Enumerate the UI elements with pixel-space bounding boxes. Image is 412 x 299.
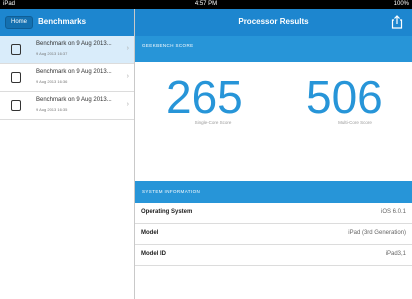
share-icon[interactable]	[391, 15, 403, 29]
multi-core-score: 506	[306, 71, 383, 123]
info-key: Model ID	[141, 251, 166, 257]
sidebar: Home Benchmarks Benchmark on 9 Aug 2013.…	[0, 9, 135, 299]
single-core-label: Single-Core Score	[194, 120, 232, 125]
geekbench-score-label: GEEKBENCH SCORE	[142, 43, 194, 48]
benchmark-date: 9 Aug 2013 16:35	[36, 107, 68, 112]
benchmark-item[interactable]: Benchmark on 9 Aug 2013... 9 Aug 2013 16…	[0, 92, 134, 120]
status-bar: iPad 4:57 PM 100%	[0, 0, 412, 9]
info-key: Operating System	[141, 209, 193, 215]
info-key: Model	[141, 230, 159, 236]
benchmark-date: 9 Aug 2013 16:36	[36, 79, 68, 84]
benchmark-title: Benchmark on 9 Aug 2013...	[36, 41, 112, 47]
info-value: iPad3,1	[385, 251, 406, 257]
multi-core-label: Multi-Core Score	[338, 120, 372, 125]
system-info-label: SYSTEM INFORMATION	[142, 189, 201, 194]
chevron-right-icon: ›	[126, 101, 129, 108]
benchmark-icon	[11, 100, 21, 111]
benchmark-title: Benchmark on 9 Aug 2013...	[36, 97, 112, 103]
status-time: 4:57 PM	[194, 1, 218, 7]
chevron-right-icon: ›	[126, 45, 129, 52]
info-value: iPad (3rd Generation)	[348, 230, 406, 236]
info-row: Model iPad (3rd Generation)	[135, 224, 412, 245]
battery-level: 100%	[393, 1, 409, 7]
single-core-score: 265	[166, 71, 243, 123]
system-info-header: SYSTEM INFORMATION	[135, 181, 412, 203]
sidebar-title: Benchmarks	[38, 17, 87, 26]
benchmark-icon	[11, 72, 21, 83]
benchmark-icon	[11, 44, 21, 55]
main-header: Processor Results	[135, 9, 412, 36]
home-button[interactable]: Home	[5, 16, 34, 29]
benchmark-date: 9 Aug 2013 16:37	[36, 51, 68, 56]
page-title: Processor Results	[238, 17, 309, 26]
info-value: iOS 6.0.1	[380, 209, 406, 215]
benchmark-item[interactable]: Benchmark on 9 Aug 2013... 9 Aug 2013 16…	[0, 36, 134, 64]
benchmark-title: Benchmark on 9 Aug 2013...	[36, 69, 112, 75]
chevron-right-icon: ›	[126, 73, 129, 80]
main-panel: Processor Results GEEKBENCH SCORE 265 Si…	[135, 9, 412, 299]
info-row: Operating System iOS 6.0.1	[135, 203, 412, 224]
sidebar-header: Home Benchmarks	[0, 9, 134, 36]
scores-panel: 265 Single-Core Score 506 Multi-Core Sco…	[135, 62, 412, 188]
benchmark-item[interactable]: Benchmark on 9 Aug 2013... 9 Aug 2013 16…	[0, 64, 134, 92]
info-row: Model ID iPad3,1	[135, 245, 412, 266]
